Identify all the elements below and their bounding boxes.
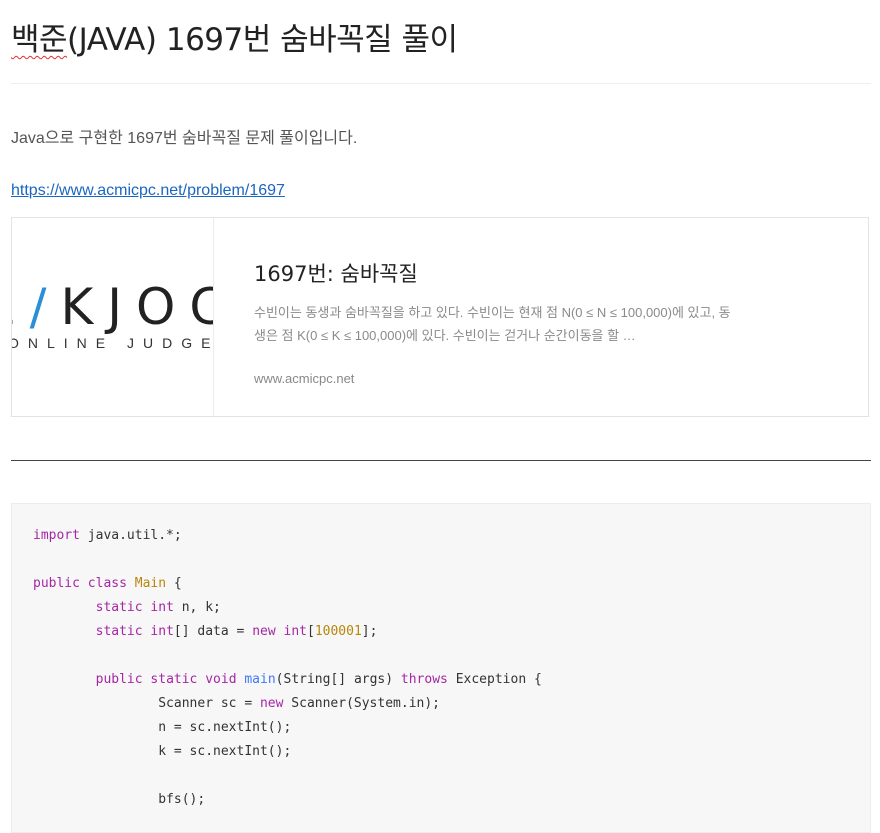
card-title[interactable]: 1697번: 숨바꼭질 [254,258,418,288]
code-line-4: static int[] data = new int[100001]; [95,624,378,639]
code-line-9: bfs(); [158,792,206,807]
intro-text: Java으로 구현한 1697번 숨바꼭질 문제 풀이입니다. [11,130,358,147]
code-line-1: import java.util.*; [33,528,182,543]
card-thumbnail[interactable]: E/KJOC ONLINE JUDGE [12,218,214,416]
code-line-3: static int n, k; [95,600,221,615]
baekjoon-logo: E/KJOC [12,278,213,336]
post-title: 백준(JAVA) 1697번 숨바꼭질 풀이 [11,14,458,59]
problem-link[interactable]: https://www.acmicpc.net/problem/1697 [11,182,285,200]
code-line-7: n = sc.nextInt(); [158,720,292,735]
code-block[interactable]: import java.util.*; public class Main { … [11,503,871,833]
card-domain: www.acmicpc.net [254,371,355,386]
code-line-5: public static void main(String[] args) t… [95,672,542,687]
baekjoon-logo-subtitle: ONLINE JUDGE [12,335,214,351]
code-line-2: public class Main { [33,576,182,591]
title-divider [11,83,871,84]
card-description: 수빈이는 동생과 숨바꼭질을 하고 있다. 수빈이는 현재 점 N(0 ≤ N … [254,305,731,343]
horizontal-rule [11,460,871,461]
code-line-8: k = sc.nextInt(); [158,744,292,759]
post-title-text: (JAVA) 1697번 숨바꼭질 풀이 [67,22,458,58]
link-preview-card[interactable]: E/KJOC ONLINE JUDGE 1697번: 숨바꼭질 수빈이는 동생과… [11,217,869,417]
code-content: import java.util.*; public class Main { … [12,504,870,832]
post-title-spellcheck-word: 백준 [11,22,68,58]
code-line-6: Scanner sc = new Scanner(System.in); [158,696,441,711]
